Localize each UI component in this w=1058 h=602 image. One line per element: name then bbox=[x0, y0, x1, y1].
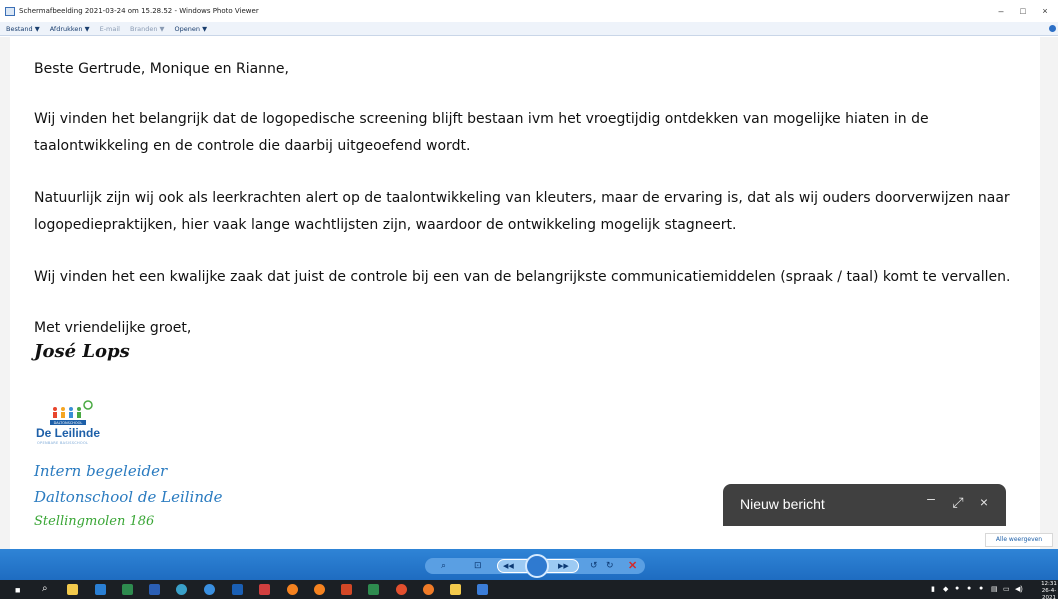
next-button[interactable]: ▶▶ bbox=[558, 562, 569, 570]
tray-icon-d[interactable]: ● bbox=[979, 585, 983, 592]
file-explorer-icon[interactable] bbox=[67, 584, 78, 595]
actual-size-icon[interactable]: ⊡ bbox=[474, 560, 482, 571]
previous-button[interactable]: ◀◀ bbox=[503, 562, 514, 570]
tray-icon-b[interactable]: ● bbox=[955, 585, 959, 592]
tray-icon-a[interactable]: ▮ bbox=[931, 585, 935, 593]
search-icon[interactable]: ⌕ bbox=[42, 583, 48, 594]
chrome-icon[interactable] bbox=[396, 584, 407, 595]
logo-subtitle: OPENBARE BASISSCHOOL bbox=[37, 441, 89, 445]
signature-role: Intern begeleider bbox=[34, 462, 168, 480]
folder-icon[interactable] bbox=[450, 584, 461, 595]
internet-explorer-icon[interactable] bbox=[204, 584, 215, 595]
window-controls: – □ × bbox=[992, 0, 1058, 22]
logo-badge-text: DALTONSCHOOL bbox=[54, 421, 83, 425]
minimize-button[interactable]: – bbox=[992, 0, 1010, 22]
letter-paragraph-1-line-2: taalontwikkeling en de controle die daar… bbox=[34, 138, 471, 154]
title-bar: Schermafbeelding 2021-03-24 om 15.28.52 … bbox=[0, 0, 1058, 22]
clock-time: 12:31 bbox=[1041, 581, 1057, 587]
skype-icon[interactable] bbox=[176, 584, 187, 595]
outlook-icon[interactable] bbox=[95, 584, 106, 595]
photo-viewer-taskbar-icon[interactable] bbox=[477, 584, 488, 595]
canvas-right-margin bbox=[1040, 37, 1058, 549]
minimize-icon[interactable]: – bbox=[923, 490, 939, 506]
menu-afdrukken[interactable]: Afdrukken ▼ bbox=[50, 25, 90, 33]
children-figures-icon bbox=[53, 400, 93, 418]
menu-email[interactable]: E-mail bbox=[100, 25, 120, 33]
firefox-alt-icon[interactable] bbox=[314, 584, 325, 595]
letter-paragraph-1-line-1: Wij vinden het belangrijk dat de logoped… bbox=[34, 111, 929, 127]
letter-greeting: Beste Gertrude, Monique en Rianne, bbox=[34, 61, 289, 77]
close-icon[interactable]: × bbox=[976, 494, 992, 510]
maximize-button[interactable]: □ bbox=[1014, 0, 1032, 22]
dropbox-icon[interactable]: ◆ bbox=[943, 585, 948, 593]
menu-bar: Bestand ▼ Afdrukken ▼ E-mail Branden ▼ O… bbox=[0, 22, 1058, 36]
tray-icon-e[interactable]: ▤ bbox=[991, 585, 998, 593]
teams-icon[interactable] bbox=[259, 584, 270, 595]
tray-icon-c[interactable]: ● bbox=[967, 585, 971, 592]
slideshow-button[interactable] bbox=[525, 554, 549, 578]
menu-branden[interactable]: Branden ▼ bbox=[130, 25, 165, 33]
powerpoint-icon[interactable] bbox=[341, 584, 352, 595]
delete-icon[interactable]: ✕ bbox=[628, 559, 637, 572]
show-all-button[interactable]: Alle weergeven bbox=[985, 533, 1053, 547]
firefox-third-icon[interactable] bbox=[423, 584, 434, 595]
signature-school: Daltonschool de Leilinde bbox=[34, 488, 223, 506]
clock-date: 26-4-2021 bbox=[1041, 588, 1057, 601]
firefox-icon[interactable] bbox=[287, 584, 298, 595]
letter-paragraph-2-line-1: Natuurlijk zijn wij ook als leerkrachten… bbox=[34, 190, 1010, 206]
expand-icon[interactable]: ⤢ bbox=[950, 494, 966, 511]
letter-closing: Met vriendelijke groet, bbox=[34, 320, 192, 336]
rotate-left-icon[interactable]: ↺ bbox=[590, 560, 598, 571]
close-button[interactable]: × bbox=[1036, 0, 1054, 22]
canvas-left-margin bbox=[0, 37, 10, 549]
window-title: Schermafbeelding 2021-03-24 om 15.28.52 … bbox=[19, 7, 259, 15]
menu-openen[interactable]: Openen ▼ bbox=[175, 25, 208, 33]
excel-icon[interactable] bbox=[122, 584, 133, 595]
volume-icon[interactable]: ◀) bbox=[1015, 585, 1023, 593]
word-icon[interactable] bbox=[149, 584, 160, 595]
publisher-icon[interactable] bbox=[368, 584, 379, 595]
new-message-title: Nieuw bericht bbox=[740, 496, 825, 512]
logo-name: De Leilinde bbox=[36, 426, 101, 440]
photo-viewer-icon bbox=[5, 6, 15, 16]
start-icon[interactable]: ■ bbox=[15, 585, 20, 595]
help-icon[interactable] bbox=[1049, 25, 1056, 32]
letter-signature: José Lops bbox=[34, 341, 130, 362]
rotate-right-icon[interactable]: ↻ bbox=[606, 560, 614, 571]
network-icon[interactable]: ▭ bbox=[1003, 585, 1010, 593]
letter-paragraph-2-line-2: logopediepraktijken, hier vaak lange wac… bbox=[34, 217, 737, 233]
letter-paragraph-3: Wij vinden het een kwalijke zaak dat jui… bbox=[34, 269, 1011, 285]
new-message-popup[interactable]: Nieuw bericht – ⤢ × bbox=[723, 484, 1006, 526]
zoom-icon[interactable]: ⌕ bbox=[441, 560, 446, 571]
news-icon[interactable] bbox=[232, 584, 243, 595]
signature-address: Stellingmolen 186 bbox=[34, 514, 155, 528]
menu-bestand[interactable]: Bestand ▼ bbox=[6, 25, 40, 33]
